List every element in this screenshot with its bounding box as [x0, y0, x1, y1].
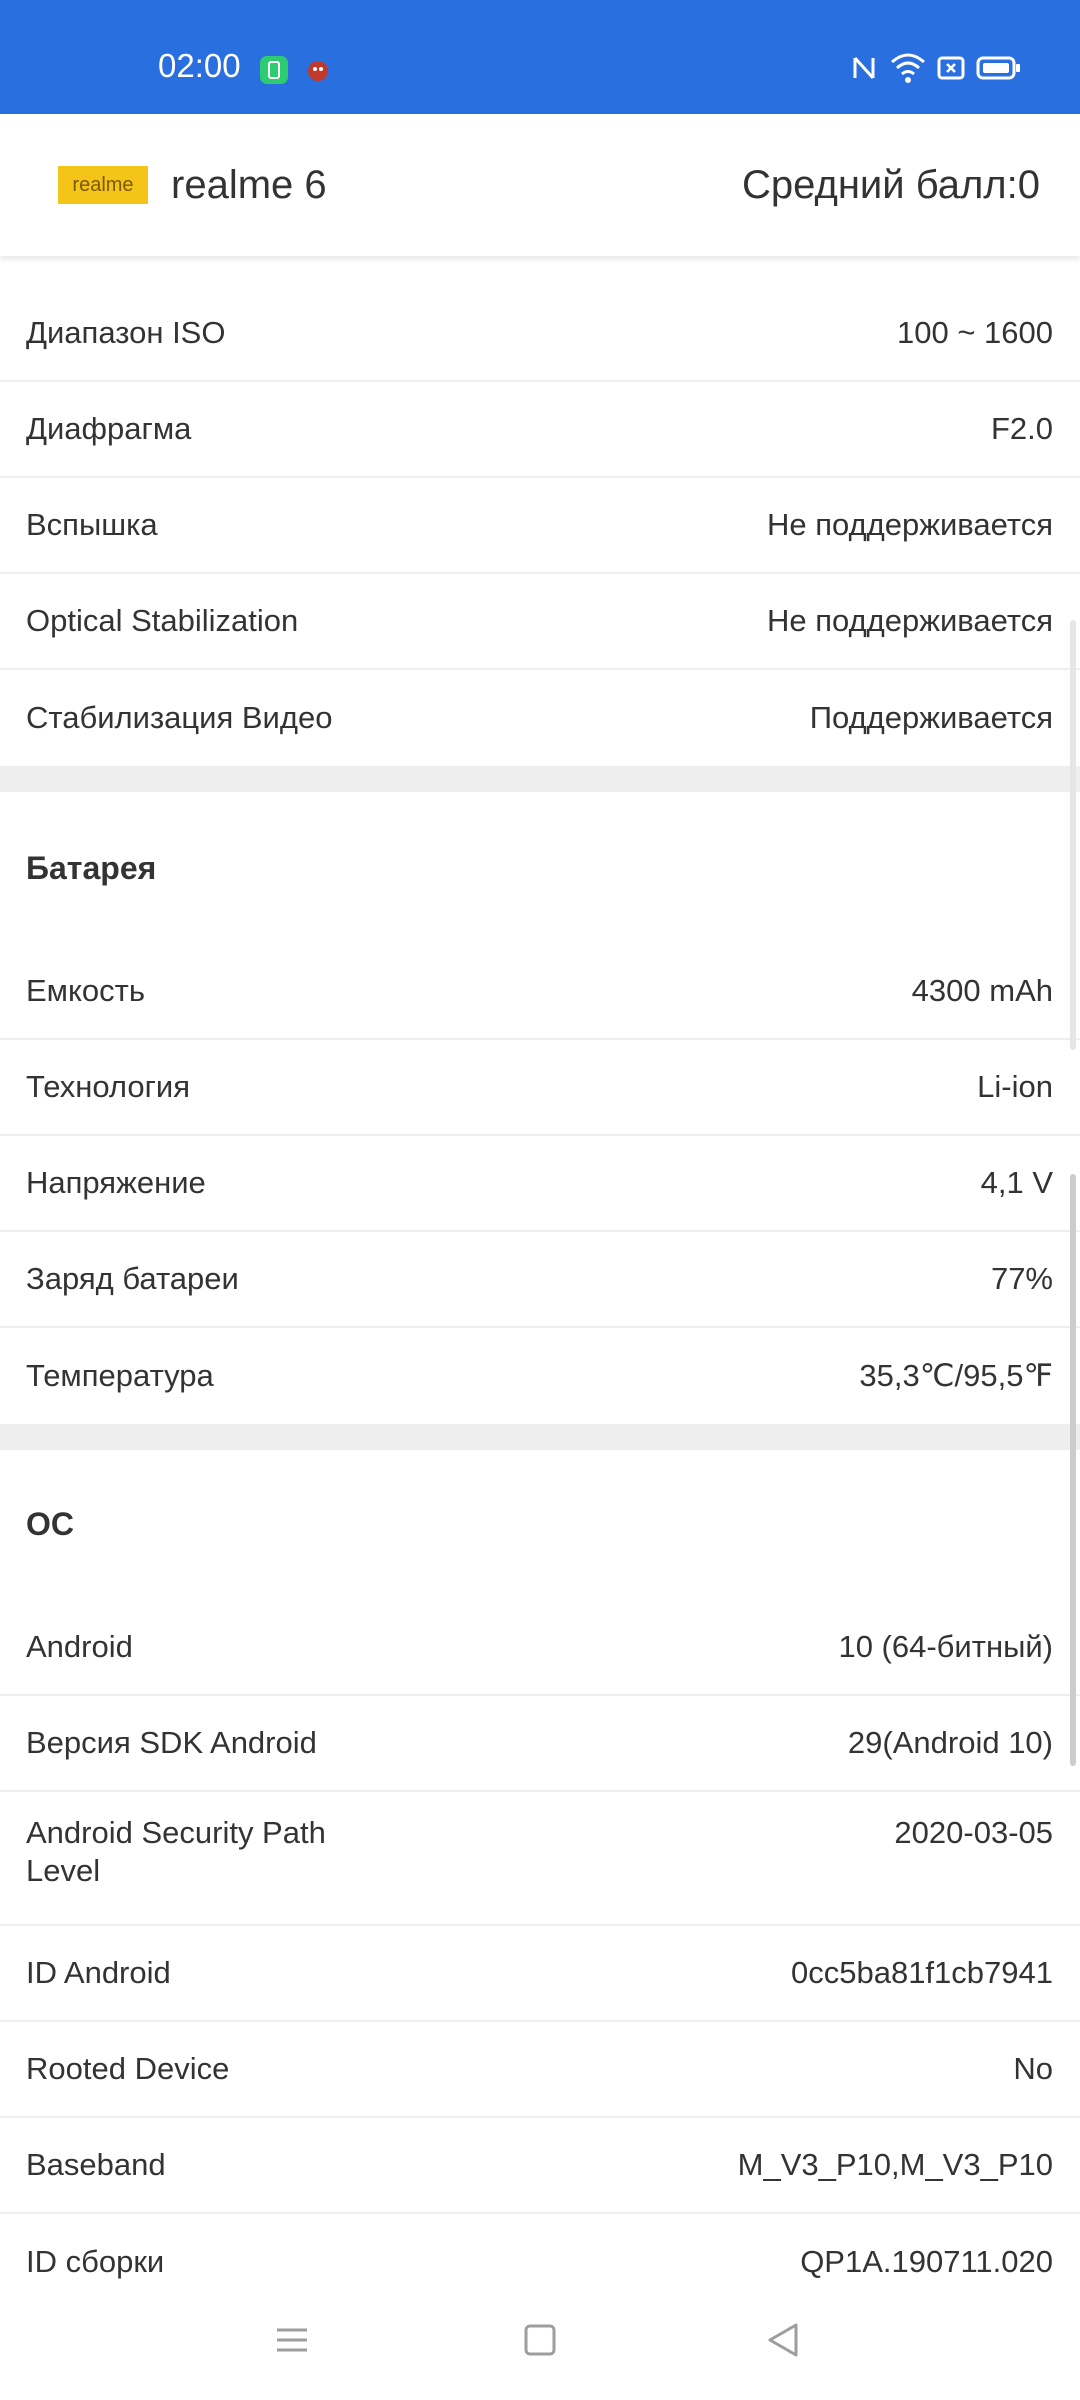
info-label: Заряд батареи	[26, 1261, 239, 1296]
info-row: Android 10 (64-битный)	[0, 1600, 1080, 1696]
info-value: 4300 mAh	[911, 973, 1053, 1008]
info-row: Емкость 4300 mAh	[0, 944, 1080, 1040]
home-icon[interactable]	[510, 2310, 570, 2370]
info-row: Стабилизация Видео Поддерживается	[0, 670, 1080, 766]
info-value: 100 ~ 1600	[896, 315, 1053, 350]
status-time: 02:00	[158, 47, 241, 84]
info-row: Android Security Path Level 2020-03-05	[0, 1792, 1080, 1926]
section-title-os: ОС	[26, 1506, 74, 1542]
info-value: M_V3_P10,M_V3_P10	[737, 2147, 1053, 2182]
bug-app-icon	[304, 56, 332, 84]
info-label: ID Android	[26, 1955, 171, 1990]
info-row: ID сборки QP1A.190711.020	[0, 2214, 1080, 2280]
sim-icon	[936, 50, 966, 86]
info-label: Optical Stabilization	[26, 603, 299, 638]
info-label: Технология	[26, 1069, 191, 1104]
info-row: ID Android 0cc5ba81f1cb7941	[0, 1926, 1080, 2022]
back-icon[interactable]	[754, 2310, 814, 2370]
scrollbar-thumb[interactable]	[1070, 1174, 1076, 1766]
info-label: Стабилизация Видео	[26, 700, 333, 735]
info-label: Вспышка	[26, 507, 158, 542]
info-row: Напряжение 4,1 V	[0, 1136, 1080, 1232]
info-label: Rooted Device	[26, 2051, 230, 2086]
info-row: Заряд батареи 77%	[0, 1232, 1080, 1328]
section-title-battery: Батарея	[26, 850, 157, 886]
brand-logo: realme	[58, 166, 148, 204]
info-row: Baseband M_V3_P10,M_V3_P10	[0, 2118, 1080, 2214]
info-value: Не поддерживается	[766, 507, 1053, 542]
info-label: Android	[26, 1629, 133, 1664]
device-name: realme 6	[171, 163, 327, 207]
info-label: Baseband	[26, 2147, 166, 2182]
info-row: Optical Stabilization Не поддерживается	[0, 574, 1080, 670]
info-label: Диапазон ISO	[26, 315, 226, 350]
info-label: Диафрагма	[26, 411, 192, 446]
info-label: Android Security Path Level	[26, 1815, 326, 1888]
section-divider	[0, 1424, 1080, 1450]
info-label: ID сборки	[26, 2244, 165, 2279]
info-row: Rooted Device No	[0, 2022, 1080, 2118]
scrollbar-track[interactable]	[1070, 620, 1076, 1050]
info-value: F2.0	[990, 411, 1053, 446]
battery-saver-app-icon	[260, 56, 288, 84]
battery-icon	[976, 50, 1022, 86]
info-value: Li-ion	[977, 1069, 1053, 1104]
info-row: Диапазон ISO 100 ~ 1600	[0, 286, 1080, 382]
info-value: No	[1013, 2051, 1053, 2086]
average-score: Средний балл:0	[741, 163, 1040, 207]
wifi-icon	[888, 50, 928, 86]
info-value: Не поддерживается	[766, 603, 1053, 638]
info-row: Технология Li-ion	[0, 1040, 1080, 1136]
nfc-icon	[850, 50, 878, 86]
app-header: realme realme 6 Средний балл:0	[0, 114, 1080, 256]
info-row: Температура 35,3℃/95,5℉	[0, 1328, 1080, 1424]
menu-icon[interactable]	[262, 2310, 322, 2370]
info-value: 35,3℃/95,5℉	[859, 1358, 1053, 1393]
info-value: 77%	[990, 1261, 1053, 1296]
info-value: 10 (64-битный)	[838, 1629, 1053, 1664]
info-label: Напряжение	[26, 1165, 206, 1200]
info-value: 0cc5ba81f1cb7941	[790, 1955, 1053, 1990]
info-row: Диафрагма F2.0	[0, 382, 1080, 478]
info-row: Версия SDK Android 29(Android 10)	[0, 1696, 1080, 1792]
info-value: QP1A.190711.020	[800, 2244, 1053, 2279]
info-value: 2020-03-05	[894, 1815, 1053, 1850]
info-label: Емкость	[26, 973, 145, 1008]
info-row: Вспышка Не поддерживается	[0, 478, 1080, 574]
device-info-list[interactable]: Диапазон ISO 100 ~ 1600 Диафрагма F2.0 В…	[0, 256, 1080, 2280]
info-label: Версия SDK Android	[26, 1725, 317, 1760]
section-divider	[0, 766, 1080, 792]
info-value: Поддерживается	[809, 700, 1053, 735]
status-bar: 02:00	[0, 0, 1080, 114]
info-value: 4,1 V	[980, 1165, 1053, 1200]
info-value: 29(Android 10)	[847, 1725, 1053, 1760]
navigation-bar	[0, 2280, 1080, 2400]
info-label: Температура	[26, 1358, 214, 1393]
